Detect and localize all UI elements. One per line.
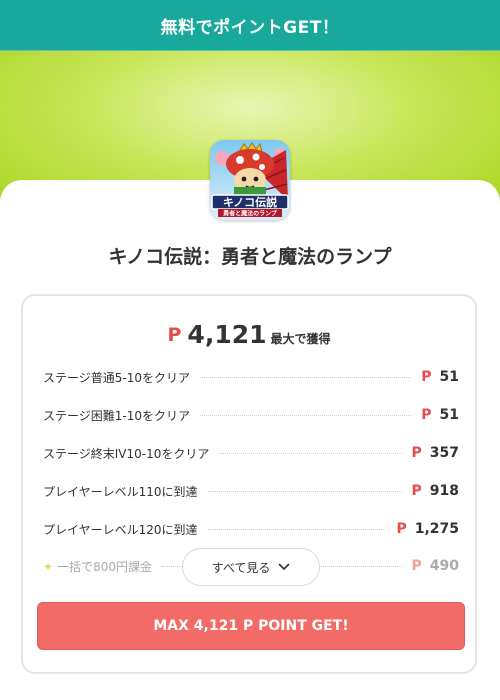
see-all-button[interactable]: すべて見る bbox=[182, 548, 320, 586]
total-points: P 4,121 最大で獲得 bbox=[23, 320, 475, 349]
task-label: プレイヤーレベル120に到達 bbox=[43, 522, 198, 537]
currency-symbol: P bbox=[411, 445, 422, 461]
currency-symbol: P bbox=[411, 558, 422, 574]
task-points: P 1,275 bbox=[396, 521, 459, 537]
get-points-label: MAX 4,121 P POINT GET! bbox=[153, 618, 349, 634]
list-item: ステージ終末IV10-10をクリア P 357 bbox=[43, 442, 459, 464]
task-label: ステージ困難1-10をクリア bbox=[43, 408, 190, 423]
app-icon: キノコ伝説 勇者と魔法のランプ bbox=[210, 140, 290, 220]
task-points-value: 51 bbox=[439, 407, 459, 423]
task-label: ✦ 一括で800円課金 bbox=[43, 558, 152, 575]
task-points: P 51 bbox=[421, 407, 459, 423]
header-bar: 無料でポイントGET！ bbox=[0, 0, 500, 51]
icon-title-text: キノコ伝説 bbox=[223, 195, 277, 209]
task-points-value: 1,275 bbox=[414, 521, 459, 537]
task-points-value: 490 bbox=[429, 558, 459, 574]
chevron-down-icon bbox=[279, 563, 290, 570]
app-title: キノコ伝説：勇者と魔法のランプ bbox=[108, 246, 392, 268]
header-title: 無料でポイントGET！ bbox=[160, 17, 340, 38]
list-item: プレイヤーレベル120に到達 P 1,275 bbox=[43, 518, 459, 540]
currency-symbol: P bbox=[411, 483, 422, 499]
sparkle-icon: ✦ bbox=[43, 559, 54, 574]
task-points: P 357 bbox=[412, 445, 460, 461]
currency-symbol: P bbox=[421, 369, 432, 385]
icon-subtitle-text: 勇者と魔法のランプ bbox=[223, 210, 278, 218]
get-points-button[interactable]: MAX 4,121 P POINT GET! bbox=[37, 602, 465, 650]
list-item: ステージ普通5-10をクリア P 51 bbox=[43, 366, 459, 388]
task-points-value: 918 bbox=[429, 483, 459, 499]
task-label: ステージ終末IV10-10をクリア bbox=[43, 446, 210, 461]
dotted-leader bbox=[207, 528, 387, 530]
currency-symbol: P bbox=[396, 521, 407, 537]
task-label: プレイヤーレベル110に到達 bbox=[43, 484, 198, 499]
list-item: プレイヤーレベル110に到達 P 918 bbox=[43, 480, 459, 502]
dotted-leader bbox=[219, 452, 402, 454]
task-points: P 918 bbox=[412, 483, 460, 499]
task-points: P 490 bbox=[412, 558, 460, 574]
see-all-label: すべて見る bbox=[211, 560, 271, 575]
dotted-leader bbox=[200, 414, 412, 416]
points-card: P 4,121 最大で獲得 ステージ普通5-10をクリア P 51 ステージ困難1-1… bbox=[21, 294, 477, 674]
task-points: P 51 bbox=[421, 369, 459, 385]
task-points-value: 51 bbox=[439, 369, 459, 385]
list-item: ステージ困難1-10をクリア P 51 bbox=[43, 404, 459, 426]
currency-symbol: P bbox=[421, 407, 432, 423]
dotted-leader bbox=[200, 376, 412, 378]
task-label-text: 一括で800円課金 bbox=[57, 559, 152, 574]
total-points-suffix: 最大で獲得 bbox=[270, 332, 331, 346]
task-points-value: 357 bbox=[429, 445, 459, 461]
task-label: ステージ普通5-10をクリア bbox=[43, 370, 190, 385]
total-points-value: 4,121 bbox=[187, 320, 267, 349]
dotted-leader bbox=[207, 490, 402, 492]
currency-symbol: P bbox=[167, 324, 182, 346]
